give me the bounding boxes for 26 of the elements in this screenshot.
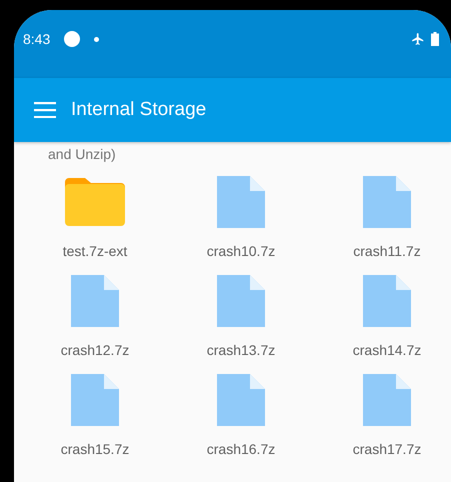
notification-dot-icon xyxy=(94,36,100,42)
file-name[interactable]: crash16.7z xyxy=(206,440,276,458)
airplane-icon xyxy=(411,32,425,46)
file-icon xyxy=(71,374,119,426)
file-name[interactable]: crash14.7z xyxy=(352,341,422,359)
file-name[interactable]: crash11.7z xyxy=(353,242,421,260)
file-name[interactable]: crash10.7z xyxy=(206,242,276,260)
file-name[interactable]: test.7z-ext xyxy=(62,242,128,260)
file-name[interactable]: crash17.7z xyxy=(352,440,422,458)
battery-icon xyxy=(431,32,439,46)
file-icon xyxy=(217,275,265,327)
file-icon xyxy=(363,374,411,426)
menu-icon[interactable] xyxy=(34,102,56,118)
file-icon xyxy=(217,176,265,228)
notification-circle-icon xyxy=(64,31,80,47)
file-name[interactable]: crash12.7z xyxy=(60,341,130,359)
folder-icon xyxy=(65,178,125,226)
file-name[interactable]: crash15.7z xyxy=(60,440,130,458)
app-title: Internal Storage xyxy=(71,99,206,121)
file-icon xyxy=(363,176,411,228)
description-text: and Unzip) xyxy=(48,145,117,163)
file-icon xyxy=(71,275,119,327)
file-icon xyxy=(363,275,411,327)
clock: 8:43 xyxy=(23,31,50,47)
file-icon xyxy=(217,374,265,426)
file-name[interactable]: crash13.7z xyxy=(206,341,276,359)
